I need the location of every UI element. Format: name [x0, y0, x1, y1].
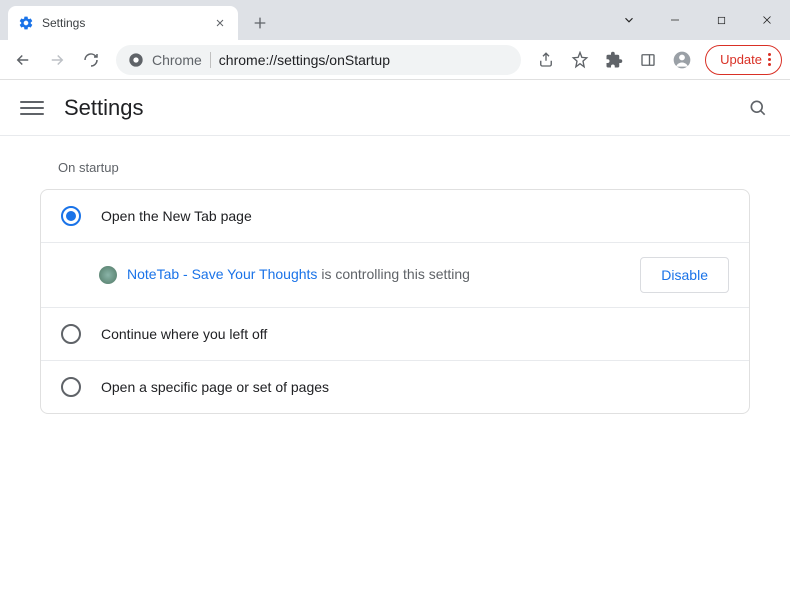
option-label: Open a specific page or set of pages: [101, 379, 329, 395]
share-icon[interactable]: [531, 45, 561, 75]
search-button[interactable]: [746, 96, 770, 120]
chrome-icon: [128, 52, 144, 68]
close-tab-icon[interactable]: [212, 15, 228, 31]
reload-button[interactable]: [76, 45, 106, 75]
option-label: Open the New Tab page: [101, 208, 252, 224]
startup-options-card: Open the New Tab page NoteTab - Save You…: [40, 189, 750, 414]
extension-control-notice: NoteTab - Save Your Thoughts is controll…: [41, 243, 749, 308]
forward-button[interactable]: [42, 45, 72, 75]
section-title: On startup: [58, 160, 750, 175]
address-url: chrome://settings/onStartup: [219, 52, 390, 68]
disable-button[interactable]: Disable: [640, 257, 729, 293]
tab-title: Settings: [42, 16, 204, 30]
new-tab-button[interactable]: [246, 9, 274, 37]
page-title: Settings: [64, 95, 144, 121]
menu-button[interactable]: [20, 96, 44, 120]
minimize-button[interactable]: [652, 4, 698, 36]
profile-icon[interactable]: [667, 45, 697, 75]
extension-icon: [99, 266, 117, 284]
browser-toolbar: Chrome chrome://settings/onStartup Updat…: [0, 40, 790, 80]
radio-unselected[interactable]: [61, 377, 81, 397]
maximize-button[interactable]: [698, 4, 744, 36]
settings-content: On startup Open the New Tab page NoteTab…: [0, 136, 790, 438]
back-button[interactable]: [8, 45, 38, 75]
close-window-button[interactable]: [744, 4, 790, 36]
address-prefix: Chrome: [152, 52, 202, 68]
chevron-down-icon[interactable]: [606, 4, 652, 36]
bookmark-icon[interactable]: [565, 45, 595, 75]
extension-link[interactable]: NoteTab - Save Your Thoughts: [127, 266, 317, 282]
radio-selected[interactable]: [61, 206, 81, 226]
gear-icon: [18, 15, 34, 31]
option-specific-pages[interactable]: Open a specific page or set of pages: [41, 361, 749, 413]
extension-suffix: is controlling this setting: [317, 266, 470, 282]
option-continue[interactable]: Continue where you left off: [41, 308, 749, 361]
window-controls: [606, 0, 790, 40]
address-divider: [210, 52, 211, 68]
extensions-icon[interactable]: [599, 45, 629, 75]
option-label: Continue where you left off: [101, 326, 267, 342]
settings-header: Settings: [0, 80, 790, 136]
browser-tab[interactable]: Settings: [8, 6, 238, 40]
address-bar[interactable]: Chrome chrome://settings/onStartup: [116, 45, 521, 75]
radio-unselected[interactable]: [61, 324, 81, 344]
vertical-dots-icon: [768, 53, 771, 66]
update-button[interactable]: Update: [705, 45, 782, 75]
option-new-tab[interactable]: Open the New Tab page: [41, 190, 749, 243]
window-title-bar: Settings: [0, 0, 790, 40]
sidepanel-icon[interactable]: [633, 45, 663, 75]
update-label: Update: [720, 52, 762, 67]
